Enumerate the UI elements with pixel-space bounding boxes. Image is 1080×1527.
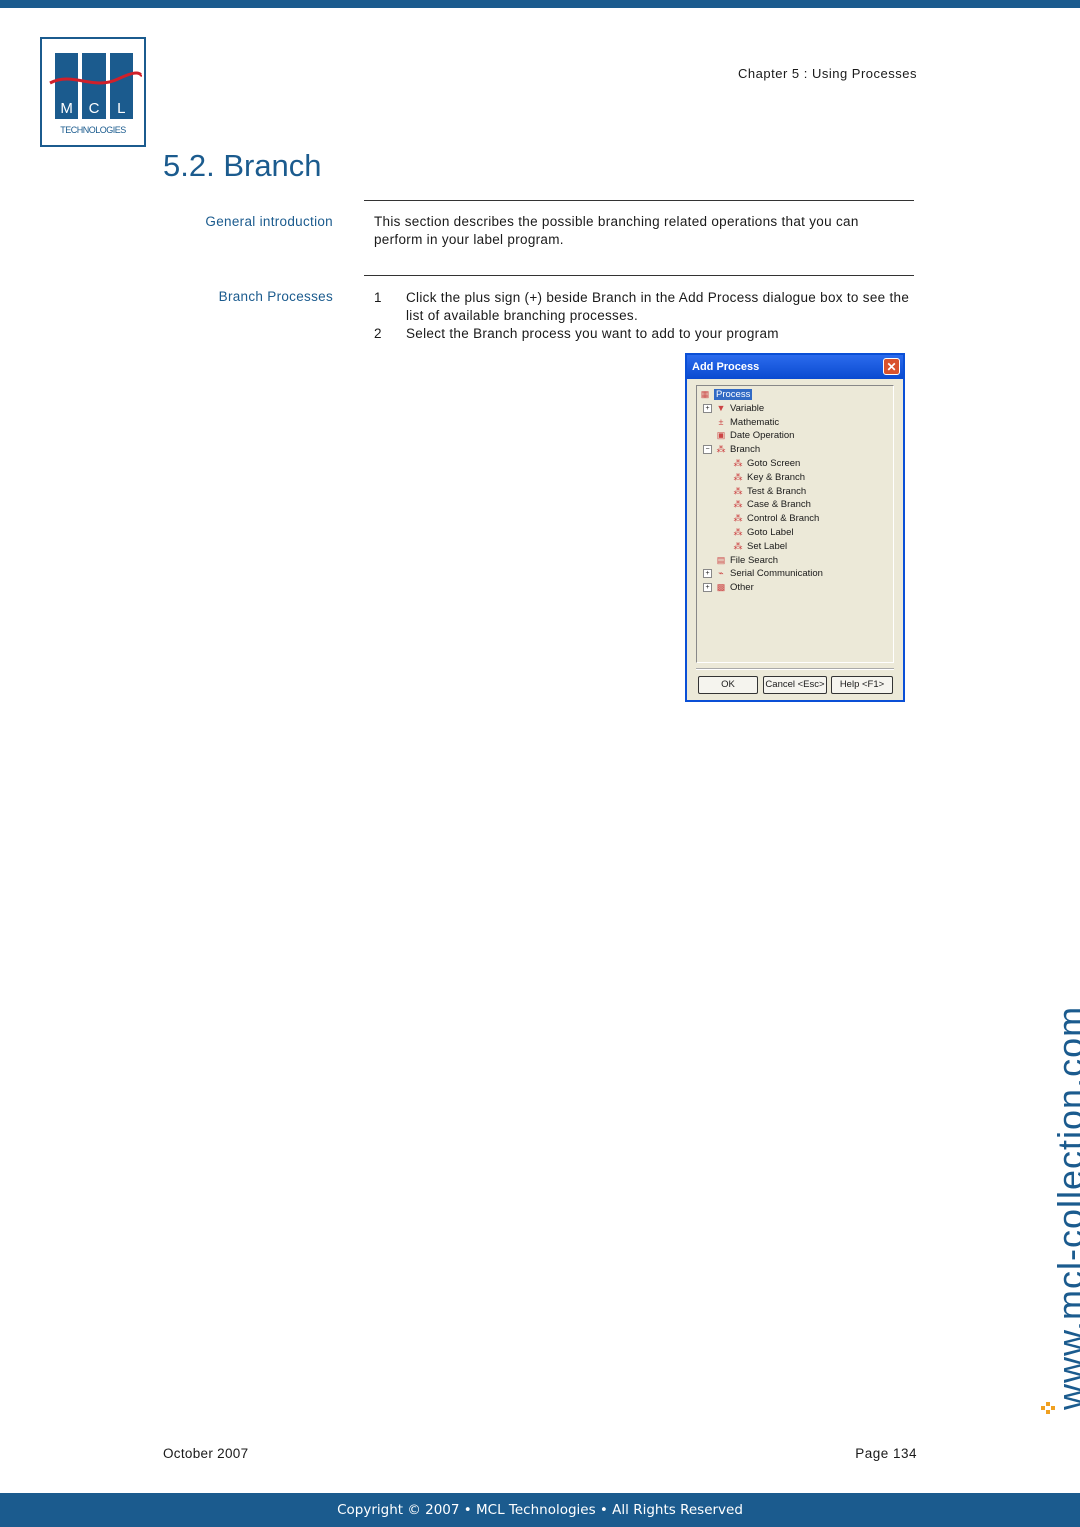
tree-item-label: Other	[730, 582, 754, 594]
chapter-heading: Chapter 5 : Using Processes	[738, 66, 917, 81]
expand-icon[interactable]: +	[703, 583, 712, 593]
steps-list: 1 Click the plus sign (+) beside Branch …	[374, 289, 914, 343]
page-number: Page 134	[855, 1446, 917, 1461]
tree-item[interactable]: ⁂ Goto Screen	[697, 457, 893, 471]
step-number: 2	[374, 326, 382, 341]
step-item: 2 Select the Branch process you want to …	[374, 325, 914, 343]
branch-icon: ⁂	[716, 444, 726, 455]
website-watermark: www.mcl-collection.com	[1050, 1005, 1080, 1410]
date-icon: ▣	[716, 430, 726, 441]
step-number: 1	[374, 290, 382, 305]
branch-icon: ⁂	[733, 499, 743, 510]
dialog-title: Add Process	[692, 361, 760, 373]
general-introduction-heading: General introduction	[205, 214, 333, 229]
tree-item-label: Key & Branch	[747, 471, 806, 483]
branch-icon: ⁂	[733, 457, 743, 468]
step-item: 1 Click the plus sign (+) beside Branch …	[374, 289, 914, 325]
branch-icon: ⁂	[733, 513, 743, 524]
tree-item[interactable]: + ▼ Variable	[697, 402, 893, 416]
step-text: Click the plus sign (+) beside Branch in…	[406, 290, 910, 323]
divider	[364, 275, 914, 276]
collapse-icon[interactable]: −	[703, 445, 712, 455]
other-icon: ▩	[716, 582, 726, 593]
tree-item[interactable]: ⁂ Goto Label	[697, 526, 893, 540]
dialog-titlebar: Add Process ✕	[687, 355, 903, 379]
logo-letter: C	[82, 99, 106, 119]
copyright-footer: Copyright © 2007 • MCL Technologies • Al…	[0, 1493, 1080, 1527]
tree-item[interactable]: ⁂ Key & Branch	[697, 471, 893, 485]
tree-item-label: Mathematic	[730, 416, 780, 428]
tree-item-label: Branch	[730, 444, 761, 456]
branch-icon: ⁂	[733, 540, 743, 551]
tree-item[interactable]: ⁂ Test & Branch	[697, 485, 893, 499]
tree-item-label: Goto Label	[747, 526, 794, 538]
branch-processes-heading: Branch Processes	[218, 289, 333, 304]
expand-icon[interactable]: +	[703, 569, 712, 579]
tree-item-label: Set Label	[747, 540, 788, 552]
logo-subtitle: TECHNOLOGIES	[60, 125, 126, 135]
tree-item-label: Process	[714, 389, 753, 400]
tree-item[interactable]: ⁂ Set Label	[697, 540, 893, 554]
tree-item[interactable]: − ⁂ Branch	[697, 443, 893, 457]
watermark-dots-icon	[1041, 1402, 1055, 1414]
tree-item-label: File Search	[730, 554, 779, 566]
mcl-logo: M C L TECHNOLOGIES	[40, 37, 146, 147]
step-text: Select the Branch process you want to ad…	[406, 326, 779, 341]
tree-item-label: Serial Communication	[730, 568, 823, 580]
tree-item[interactable]: ▦ Process	[697, 388, 893, 402]
tree-item[interactable]: ⁂ Control & Branch	[697, 512, 893, 526]
branch-icon: ⁂	[733, 471, 743, 482]
process-tree[interactable]: ▦ Process + ▼ Variable ± Mathematic ▣ Date Opera…	[696, 385, 894, 663]
tree-item-label: Goto Screen	[747, 457, 801, 469]
help-button[interactable]: Help <F1>	[831, 676, 893, 694]
close-icon[interactable]: ✕	[883, 358, 900, 375]
tree-item[interactable]: ▤ File Search	[697, 554, 893, 568]
tree-item[interactable]: ⁂ Case & Branch	[697, 498, 893, 512]
tree-item[interactable]: ▣ Date Operation	[697, 429, 893, 443]
branch-icon: ⁂	[733, 485, 743, 496]
process-icon: ▦	[700, 389, 710, 399]
general-introduction-text: This section describes the possible bran…	[374, 214, 859, 247]
top-bar	[0, 0, 1080, 8]
logo-letter: L	[109, 99, 133, 119]
variable-icon: ▼	[716, 402, 726, 413]
tree-item[interactable]: ± Mathematic	[697, 416, 893, 430]
branch-icon: ⁂	[733, 526, 743, 537]
tree-item[interactable]: + ▩ Other	[697, 581, 893, 595]
tree-item-label: Date Operation	[730, 430, 795, 442]
file-search-icon: ▤	[716, 554, 726, 565]
tree-item-label: Case & Branch	[747, 499, 811, 511]
add-process-dialog: Add Process ✕ ▦ Process + ▼ Variable ± Mathema…	[685, 353, 905, 702]
serial-icon: ⌁	[718, 568, 724, 579]
tree-item-label: Test & Branch	[747, 485, 807, 497]
cancel-button[interactable]: Cancel <Esc>	[763, 676, 827, 694]
tree-item-label: Variable	[730, 402, 765, 414]
logo-letter: M	[55, 99, 79, 119]
mathematic-icon: ±	[718, 416, 724, 427]
tree-item[interactable]: + ⌁ Serial Communication	[697, 567, 893, 581]
divider	[696, 668, 894, 670]
ok-button[interactable]: OK	[698, 676, 758, 694]
expand-icon[interactable]: +	[703, 403, 712, 413]
footer-date: October 2007	[163, 1446, 249, 1461]
logo-wave-icon	[49, 71, 142, 85]
divider	[364, 200, 914, 201]
section-title: 5.2. Branch	[163, 148, 322, 183]
tree-item-label: Control & Branch	[747, 513, 820, 525]
